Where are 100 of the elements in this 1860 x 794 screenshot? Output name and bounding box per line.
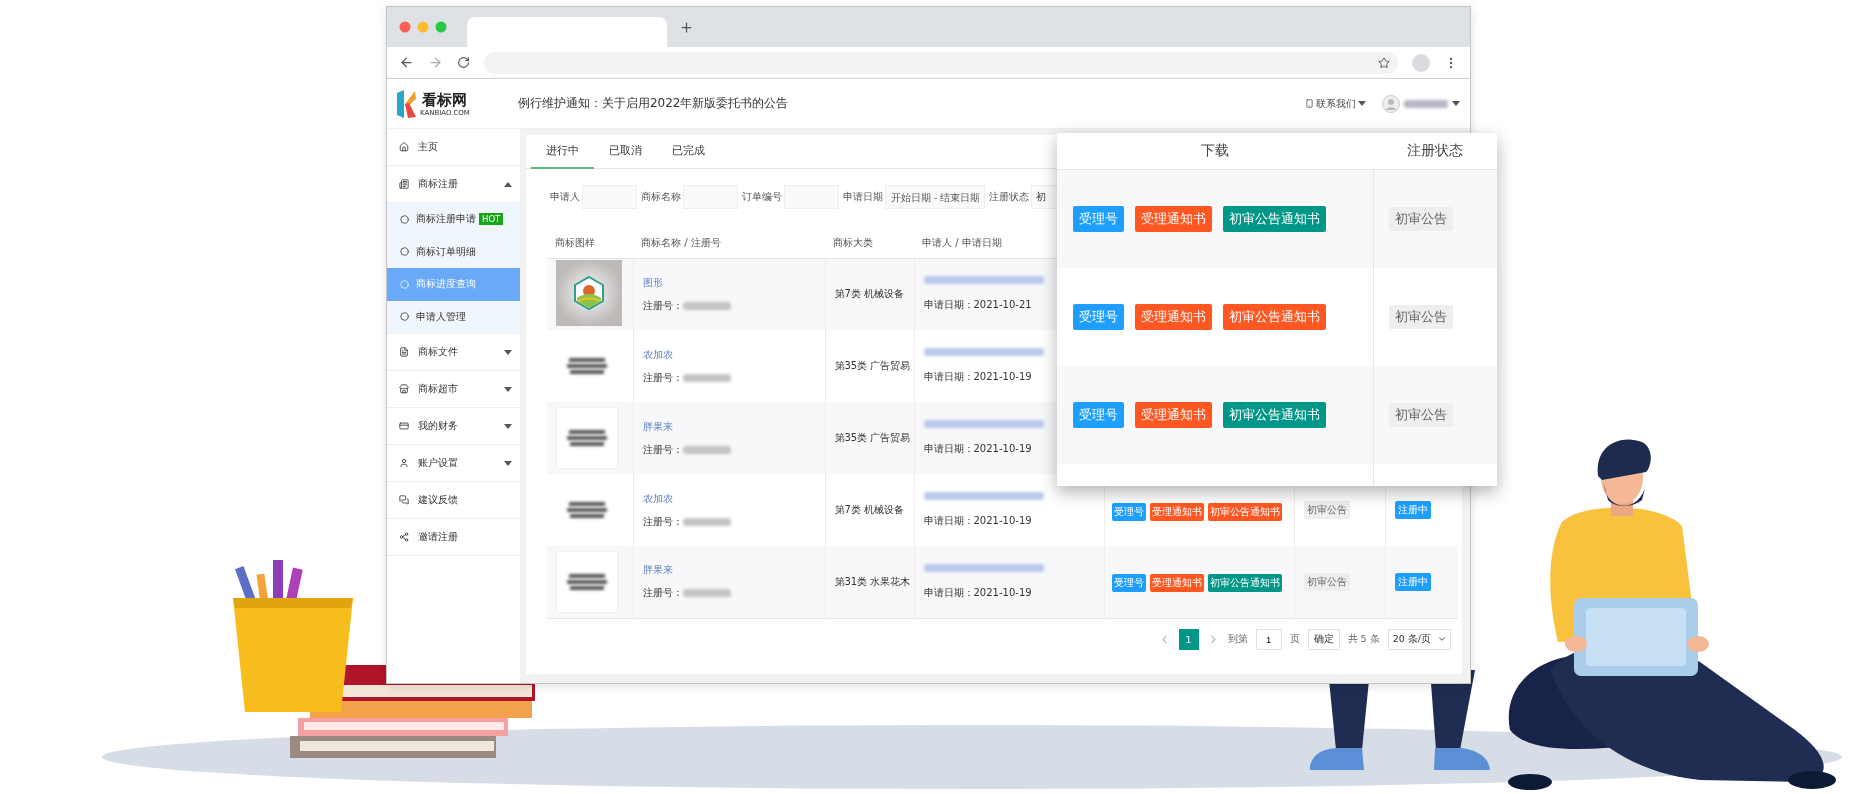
registration-status-tag: 注册中 — [1394, 572, 1431, 591]
download-tag[interactable]: 初审公告通知书 — [1223, 402, 1326, 428]
blurred-image — [567, 356, 607, 376]
profile-avatar[interactable] — [1412, 53, 1430, 72]
store-icon — [399, 384, 409, 394]
category-text: 第35类 广告贸易 — [834, 432, 911, 443]
redacted-text — [1404, 99, 1448, 108]
download-tag[interactable]: 初审公告通知书 — [1223, 304, 1326, 330]
sidebar-label: 商标文件 — [418, 345, 459, 359]
share-icon — [399, 532, 409, 542]
filter-label: 订单编号 — [742, 190, 782, 204]
sidebar-label: 商标进度查询 — [416, 277, 476, 292]
download-tag[interactable]: 受理通知书 — [1149, 502, 1204, 521]
status-tag: 初审公告 — [1303, 572, 1350, 591]
sidebar-subitem[interactable]: 商标进度查询 — [387, 268, 520, 301]
status-tag: 初审公告 — [1389, 403, 1453, 427]
page-unit: 页 — [1289, 632, 1300, 646]
phone-icon — [1305, 99, 1314, 108]
page-field[interactable]: 1 — [1255, 628, 1282, 650]
category-text: 第31类 水果花木 — [834, 575, 911, 587]
download-tag[interactable]: 初审公告通知书 — [1207, 502, 1282, 521]
date-range-field[interactable]: 开始日期 - 结束日期 — [885, 185, 985, 209]
page-button[interactable]: 1 — [1178, 628, 1199, 650]
circle-icon — [400, 312, 409, 322]
back-icon[interactable] — [399, 55, 414, 70]
filter-label: 申请人 — [550, 190, 580, 204]
download-tag[interactable]: 受理通知书 — [1135, 402, 1212, 428]
download-tag[interactable]: 受理号 — [1073, 206, 1124, 232]
status-tab[interactable]: 已取消 — [594, 135, 657, 169]
application-date: 申请日期：2021-10-19 — [923, 586, 1032, 598]
application-date: 申请日期：2021-10-19 — [923, 371, 1032, 382]
sidebar-label: 申请人管理 — [416, 309, 466, 324]
sidebar-subitem[interactable]: 商标注册申请 HOT — [387, 203, 520, 236]
redacted-text — [682, 589, 731, 598]
user-icon — [399, 458, 409, 468]
category-text: 第35类 广告贸易 — [834, 360, 911, 371]
category-text: 第7类 机械设备 — [834, 504, 905, 515]
user-avatar-icon[interactable] — [1382, 94, 1400, 113]
reload-icon[interactable] — [457, 56, 470, 69]
application-date: 申请日期：2021-10-21 — [923, 299, 1032, 311]
page-size-select[interactable]: 20 条/页 — [1387, 628, 1451, 650]
download-tag[interactable]: 受理通知书 — [1135, 206, 1212, 232]
trademark-name-link[interactable]: 农加农 — [642, 347, 816, 362]
browser-tab[interactable] — [467, 17, 667, 47]
sidebar-label: 主页 — [418, 140, 439, 154]
column-header: 商标名称 / 注册号 — [633, 229, 825, 258]
download-tag[interactable]: 受理通知书 — [1149, 574, 1204, 593]
download-tag[interactable]: 受理号 — [1073, 304, 1124, 330]
blurred-image — [567, 571, 607, 592]
trademark-name-link[interactable]: 图形 — [642, 275, 816, 290]
status-tab[interactable]: 已完成 — [657, 135, 720, 169]
circle-icon — [400, 279, 409, 289]
goto-label: 到第 — [1227, 632, 1248, 646]
download-tag[interactable]: 受理通知书 — [1135, 304, 1212, 330]
registration-label: 注册号： — [642, 586, 683, 601]
registration-status-tag: 注册中 — [1394, 501, 1431, 519]
category-text: 第7类 机械设备 — [834, 288, 905, 300]
newspaper-icon — [399, 179, 409, 189]
star-icon[interactable] — [1378, 56, 1390, 69]
address-field[interactable] — [484, 51, 1398, 74]
blurred-image — [567, 500, 607, 520]
trademark-name-link[interactable]: 胖果来 — [642, 563, 816, 578]
download-tag[interactable]: 受理号 — [1111, 502, 1146, 521]
caret-icon — [1358, 101, 1366, 106]
contact-button[interactable]: 联系我们 — [1305, 96, 1366, 111]
caret-icon — [1452, 101, 1460, 106]
hot-badge: HOT — [479, 213, 504, 226]
sidebar-subitem[interactable]: 商标订单明细 — [387, 235, 520, 268]
status-tab[interactable]: 进行中 — [531, 135, 594, 169]
notice-text[interactable]: 例行维护通知：关于启用2022年新版委托书的公告 — [517, 95, 789, 112]
plus-icon[interactable] — [679, 19, 694, 35]
download-tag[interactable]: 受理号 — [1073, 402, 1124, 428]
sidebar-label: 商标订单明细 — [416, 244, 476, 259]
chat-icon — [399, 495, 409, 505]
logo-icon — [395, 88, 417, 119]
forward-icon[interactable] — [428, 55, 443, 70]
trademark-name-link[interactable]: 农加农 — [642, 491, 816, 506]
column-header: 注册状态 — [1407, 142, 1463, 160]
sidebar-label: 商标注册 — [418, 177, 459, 191]
column-header: 下载 — [1201, 142, 1229, 160]
sidebar-subitem[interactable]: 申请人管理 — [387, 300, 520, 333]
download-tag[interactable]: 初审公告通知书 — [1223, 206, 1326, 232]
status-tag: 初审公告 — [1303, 501, 1350, 519]
redacted-text — [682, 445, 731, 454]
sidebar-label: 建议反馈 — [418, 493, 459, 507]
sidebar-label: 我的财务 — [418, 419, 459, 433]
registration-label: 注册号： — [642, 514, 683, 529]
filter-label: 申请日期 — [843, 190, 883, 204]
download-tag[interactable]: 初审公告通知书 — [1207, 574, 1282, 593]
download-tag[interactable]: 受理号 — [1111, 574, 1146, 593]
registration-label: 注册号： — [642, 442, 683, 457]
column-header: 商标图样 — [547, 229, 633, 258]
application-date: 申请日期：2021-10-19 — [923, 515, 1032, 526]
circle-icon — [400, 214, 409, 224]
confirm-button[interactable]: 确定 — [1307, 628, 1340, 650]
sidebar-label: 商标超市 — [418, 382, 459, 396]
trademark-name-link[interactable]: 胖果来 — [642, 419, 816, 434]
redacted-text — [682, 373, 731, 382]
filter-label: 注册状态 — [989, 190, 1029, 204]
circle-icon — [400, 247, 409, 257]
